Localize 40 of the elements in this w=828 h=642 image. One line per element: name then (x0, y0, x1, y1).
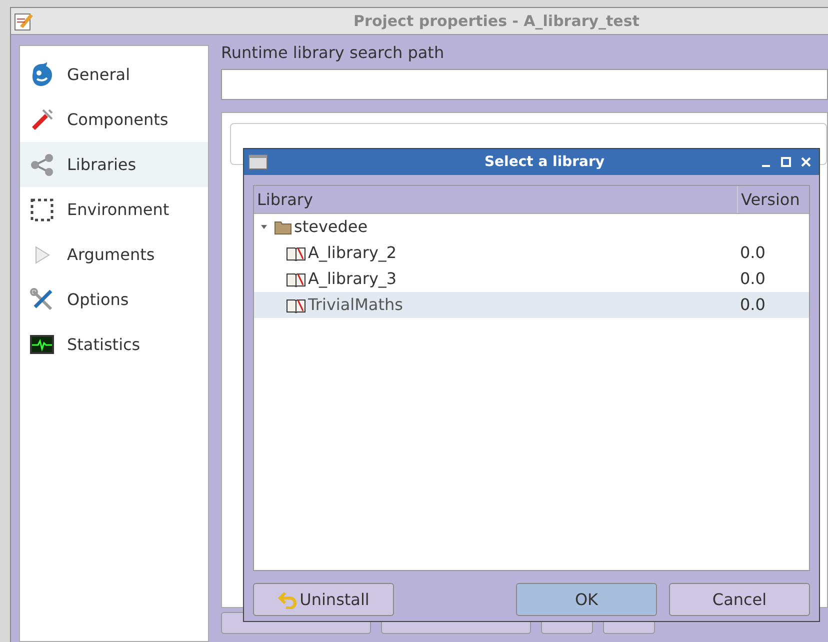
version-text: 0.0 (739, 268, 766, 290)
column-header[interactable]: Library (254, 186, 737, 213)
library-name: A_library_2 (308, 242, 397, 264)
close-icon[interactable] (801, 157, 811, 167)
expander-icon[interactable] (260, 223, 268, 231)
version-text: 0.0 (739, 294, 766, 316)
search-path-field[interactable] (221, 69, 828, 100)
column-header[interactable]: Version (737, 186, 809, 213)
book-icon (286, 245, 306, 261)
notepad-pencil-icon (13, 11, 35, 31)
sidebar-item[interactable]: Environment (20, 187, 208, 232)
library-name: stevedee (294, 216, 368, 238)
dialog-title: Select a library (483, 152, 606, 172)
book-icon (286, 297, 306, 313)
cancel-button[interactable]: Cancel (669, 583, 810, 616)
uninstall-button[interactable]: Uninstall (253, 583, 394, 616)
dotted-square-icon (29, 196, 55, 222)
sidebar-item[interactable]: General (20, 52, 208, 97)
maximize-icon[interactable] (781, 157, 791, 167)
undo-arrow-icon (278, 590, 298, 608)
window-icon (248, 154, 268, 170)
library-name: TrivialMaths (308, 294, 403, 316)
search-path-label: Runtime library search path (221, 42, 446, 63)
sidebar-item[interactable]: Arguments (20, 232, 208, 277)
folder-icon (274, 219, 292, 235)
tree-row[interactable]: stevedee (254, 214, 809, 240)
share-icon (29, 152, 55, 178)
book-icon (286, 271, 306, 287)
sidebar-item[interactable]: Statistics (20, 322, 208, 367)
ok-button[interactable]: OK (516, 583, 657, 616)
window-title: Project properties - A_library_test (352, 10, 640, 32)
tree-row[interactable]: TrivialMaths 0.0 (254, 292, 809, 318)
tree-row[interactable]: A_library_2 0.0 (254, 240, 809, 266)
tree-row[interactable]: A_library_3 0.0 (254, 266, 809, 292)
version-text: 0.0 (739, 242, 766, 264)
library-name: A_library_3 (308, 268, 397, 290)
wrench-screwdriver-icon (29, 286, 55, 312)
sidebar-item[interactable]: Options (20, 277, 208, 322)
sidebar-item[interactable]: Components (20, 97, 208, 142)
sidebar-item[interactable]: Libraries (20, 142, 208, 187)
